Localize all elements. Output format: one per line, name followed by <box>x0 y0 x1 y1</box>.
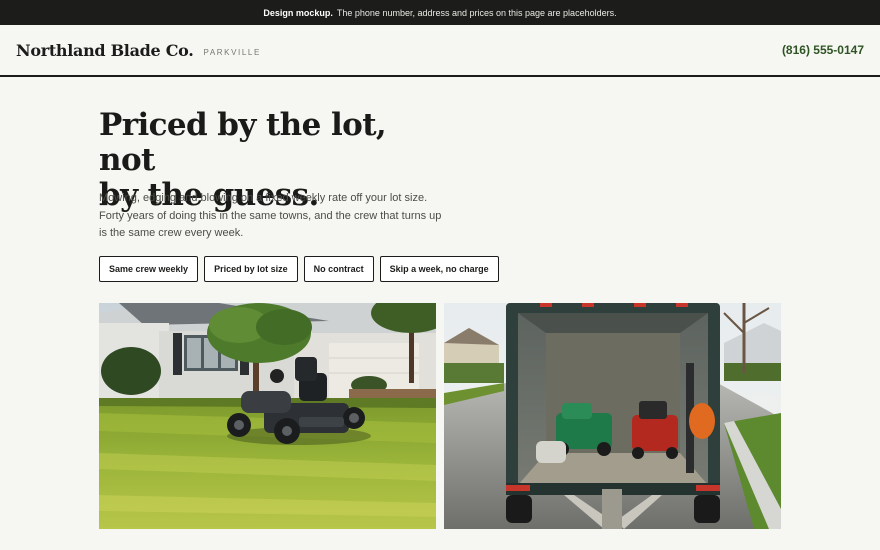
disclaimer-banner: Design mockup. The phone number, address… <box>0 0 880 25</box>
equipment-trailer-photo <box>444 303 781 529</box>
chip-no-contract[interactable]: No contract <box>303 256 374 282</box>
phone-link[interactable]: (816) 555-0147 <box>782 43 864 57</box>
banner-text: The phone number, address and prices on … <box>336 7 617 18</box>
intro-line-1: Mowing, edging and blowing on a fixed we… <box>99 192 428 204</box>
chip-skip-week[interactable]: Skip a week, no charge <box>379 256 499 282</box>
riding-mower-lawn-photo <box>99 303 436 529</box>
intro-line-3: is the same crew every week. <box>99 227 244 239</box>
site-header: Northland Blade Co. PARKVILLE (816) 555-… <box>0 25 880 77</box>
hero-line-1: Priced by the lot, not <box>99 107 387 178</box>
banner-bold: Design mockup. <box>263 7 333 18</box>
intro-line-2: Forty years of doing this in the same to… <box>99 209 442 222</box>
brand-name[interactable]: Northland Blade Co. <box>16 41 194 60</box>
feature-chips: Same crew weekly Priced by lot size No c… <box>99 256 499 282</box>
chip-lot-size[interactable]: Priced by lot size <box>204 256 298 282</box>
brand-location: PARKVILLE <box>203 47 261 57</box>
intro-paragraph: Mowing, edging and blowing on a fixed we… <box>99 190 449 243</box>
chip-same-crew[interactable]: Same crew weekly <box>99 256 199 282</box>
